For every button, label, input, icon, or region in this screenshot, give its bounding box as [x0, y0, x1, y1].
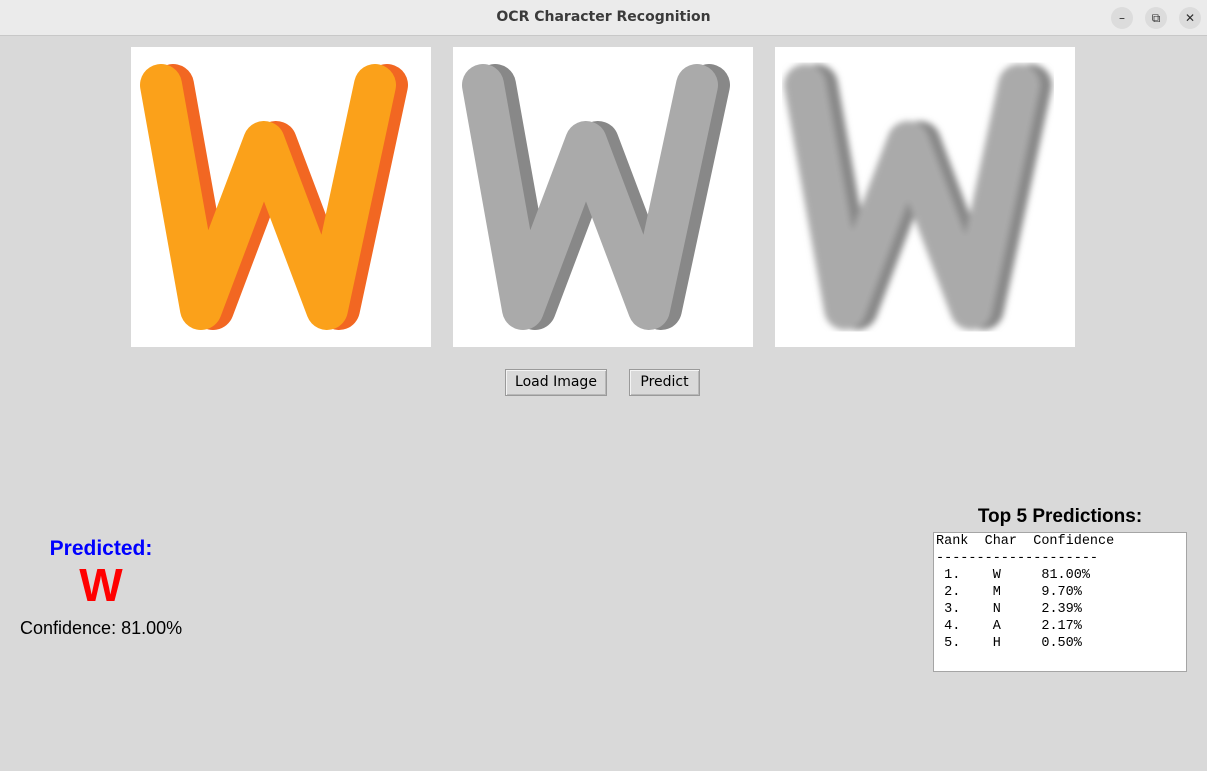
grayscale-image-panel — [453, 47, 753, 347]
predict-button[interactable]: Predict — [629, 369, 700, 396]
top5-row: 5. H 0.50% — [934, 635, 1186, 652]
top5-row: 4. A 2.17% — [934, 618, 1186, 635]
char: H — [992, 636, 1001, 651]
preprocessed-image-panel — [775, 47, 1075, 347]
top5-row: 2. M 9.70% — [934, 584, 1186, 601]
char: N — [992, 602, 1001, 617]
confidence: 9.70% — [1041, 585, 1082, 600]
close-icon[interactable]: ✕ — [1179, 7, 1201, 29]
confidence: 81.00% — [1041, 568, 1090, 583]
rank: 3. — [944, 602, 961, 617]
top5-row: 3. N 2.39% — [934, 601, 1186, 618]
top5-text-box[interactable]: Rank Char Confidence -------------------… — [933, 532, 1187, 672]
rank: 4. — [944, 619, 961, 634]
rank: 2. — [944, 585, 961, 600]
top5-header: Rank Char Confidence — [936, 534, 1115, 549]
rank: 1. — [944, 568, 961, 583]
top5-title: Top 5 Predictions: — [977, 506, 1143, 527]
grayscale-letter-image — [462, 64, 730, 330]
window-title: OCR Character Recognition — [496, 9, 711, 25]
char: A — [992, 619, 1001, 634]
char: M — [992, 585, 1001, 600]
predicted-character: W — [79, 559, 123, 611]
minimize-icon[interactable]: – — [1111, 7, 1133, 29]
char: W — [992, 568, 1001, 583]
load-image-button[interactable]: Load Image — [505, 369, 607, 396]
restore-icon[interactable]: ⧉ — [1145, 7, 1167, 29]
original-letter-image — [140, 64, 408, 330]
rank: 5. — [944, 636, 961, 651]
prediction-confidence: Confidence: 81.00% — [20, 618, 183, 638]
original-image-panel — [131, 47, 431, 347]
top5-separator: -------------------- — [936, 551, 1099, 566]
title-bar: OCR Character Recognition – ⧉ ✕ — [0, 0, 1207, 36]
blurred-letter-image — [784, 64, 1052, 330]
confidence: 2.17% — [1041, 619, 1082, 634]
top5-row: 1. W 81.00% — [934, 567, 1186, 584]
confidence: 0.50% — [1041, 636, 1082, 651]
confidence: 2.39% — [1041, 602, 1082, 617]
